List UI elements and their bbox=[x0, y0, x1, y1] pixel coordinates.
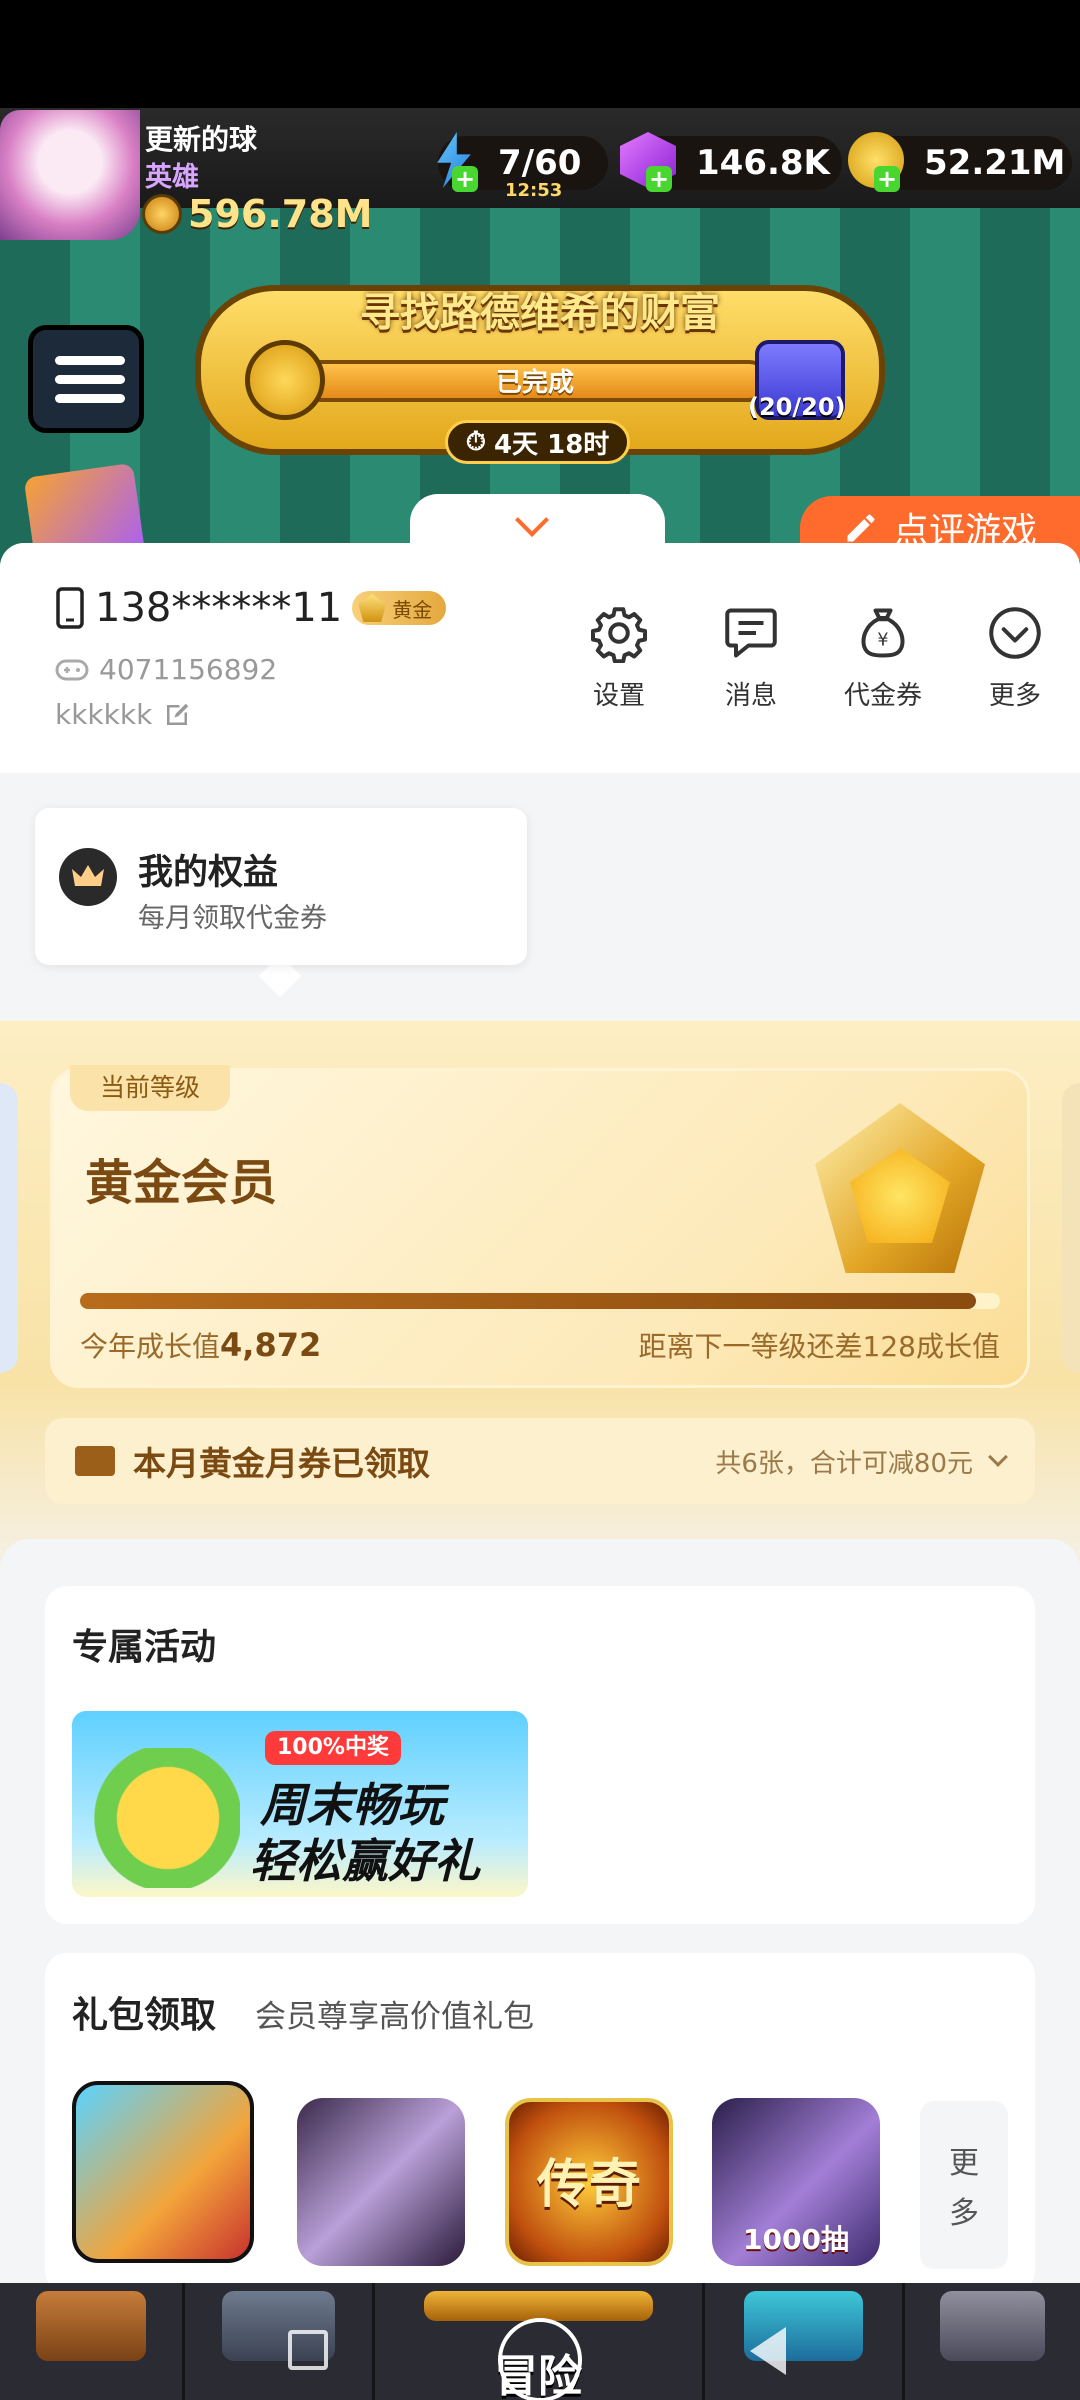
more-label: 更多 bbox=[988, 681, 1041, 711]
shop-icon bbox=[36, 2291, 146, 2361]
game-icon-4[interactable]: 1000抽 bbox=[712, 2098, 880, 2266]
settings-button[interactable]: 设置 bbox=[564, 603, 674, 712]
chevron-circle-icon bbox=[989, 607, 1041, 659]
gamepad-icon bbox=[55, 659, 89, 680]
growth-value-row: 今年成长值4,872 bbox=[80, 1325, 321, 1365]
game-icon-4-label: 1000抽 bbox=[743, 2223, 849, 2256]
growth-label: 今年成长值 bbox=[80, 1330, 221, 1363]
banner-line2: 轻松赢好礼 bbox=[250, 1834, 480, 1888]
settings-label: 设置 bbox=[592, 681, 645, 711]
uid-row: 4071156892 bbox=[55, 653, 277, 686]
gems-resource[interactable]: + 146.8K bbox=[620, 132, 842, 192]
energy-plus-icon[interactable]: + bbox=[452, 166, 478, 192]
gems-plus-icon[interactable]: + bbox=[646, 166, 672, 192]
home-nav-icon[interactable] bbox=[498, 2318, 582, 2400]
gift-title: 礼包领取 bbox=[72, 1995, 217, 2036]
messages-button[interactable]: 消息 bbox=[696, 603, 806, 712]
gift-subtitle: 会员尊享高价值礼包 bbox=[255, 1999, 534, 2035]
edit-icon[interactable] bbox=[162, 700, 192, 730]
nickname: kkkkkk bbox=[55, 698, 153, 731]
more-gifts-button[interactable]: 更 多 bbox=[920, 2101, 1008, 2269]
coupon-bar[interactable]: 本月黄金月券已领取 共6张，合计可减80元 bbox=[45, 1418, 1035, 1504]
more-gifts-label-2: 多 bbox=[949, 2196, 979, 2231]
phone-row: 138******11 黄金 bbox=[55, 585, 447, 631]
svg-text:¥: ¥ bbox=[877, 631, 888, 651]
level-progress-track bbox=[80, 1293, 1000, 1309]
level-badge-label: 黄金 bbox=[392, 597, 433, 622]
vouchers-button[interactable]: ¥ 代金券 bbox=[828, 603, 938, 712]
current-level-tag: 当前等级 bbox=[70, 1065, 230, 1111]
game-icon-1[interactable] bbox=[72, 2081, 254, 2263]
power-value: 596.78M bbox=[188, 192, 373, 236]
next-level-card[interactable] bbox=[1062, 1083, 1080, 1373]
recent-apps-icon[interactable] bbox=[288, 2330, 328, 2370]
nickname-row[interactable]: kkkkkk bbox=[55, 698, 192, 731]
vouchers-label: 代金券 bbox=[843, 681, 922, 711]
treasury-tab[interactable] bbox=[905, 2283, 1080, 2400]
coupon-title: 本月黄金月券已领取 bbox=[133, 1444, 430, 1483]
banner-tag: 100%中奖 bbox=[265, 1731, 401, 1765]
game-icon-3[interactable]: 传奇 bbox=[505, 2098, 673, 2266]
event-status: 已完成 bbox=[495, 368, 574, 398]
gems-value: 146.8K bbox=[696, 143, 830, 183]
event-timer-text: 4天 18时 bbox=[493, 429, 610, 460]
next-level-text: 距离下一等级还差128成长值 bbox=[638, 1330, 1000, 1363]
game-menu-button[interactable] bbox=[28, 325, 144, 433]
phone-number: 138******11 bbox=[95, 585, 343, 631]
player-avatar[interactable] bbox=[0, 110, 140, 240]
adventure-arrows-icon bbox=[424, 2291, 653, 2321]
crown-icon bbox=[59, 848, 117, 906]
my-benefits-card[interactable]: 我的权益 每月领取代金券 bbox=[35, 808, 527, 965]
more-button[interactable]: 更多 bbox=[960, 603, 1070, 712]
power-display: 596.78M bbox=[142, 190, 372, 238]
prev-level-card[interactable] bbox=[0, 1083, 18, 1373]
money-bag-icon: ¥ bbox=[861, 608, 905, 658]
clock-icon: ⏱ bbox=[465, 426, 486, 457]
ticket-icon bbox=[75, 1446, 115, 1476]
event-timer: ⏱ 4天 18时 bbox=[445, 420, 630, 464]
shop-tab[interactable] bbox=[0, 2283, 185, 2400]
more-gifts-label-1: 更 bbox=[949, 2146, 979, 2181]
benefit-title: 我的权益 bbox=[138, 853, 279, 893]
event-coin-icon bbox=[245, 340, 325, 420]
back-nav-icon[interactable] bbox=[750, 2327, 786, 2375]
treasure-chest-icon bbox=[940, 2291, 1045, 2361]
energy-value: 7/60 bbox=[498, 143, 582, 183]
gear-icon bbox=[591, 607, 647, 663]
banner-character-image bbox=[80, 1748, 240, 1888]
growth-value: 4,872 bbox=[220, 1326, 322, 1364]
player-name: 更新的球 bbox=[145, 123, 258, 156]
event-count: (20/20) bbox=[748, 393, 846, 421]
activity-title: 专属活动 bbox=[72, 1627, 217, 1668]
power-icon bbox=[142, 194, 182, 234]
messages-label: 消息 bbox=[724, 681, 777, 711]
message-icon bbox=[725, 608, 777, 658]
phone-icon bbox=[56, 587, 84, 629]
pencil-icon bbox=[847, 514, 875, 542]
level-name: 黄金会员 bbox=[85, 1155, 278, 1211]
game-icon-3-label: 传奇 bbox=[536, 2155, 641, 2215]
level-progress-fill bbox=[80, 1293, 977, 1309]
coupon-info: 共6张，合计可减80元 bbox=[715, 1448, 973, 1479]
user-id: 4071156892 bbox=[99, 653, 278, 686]
player-title: 英雄 bbox=[145, 162, 199, 193]
heroes-tab[interactable] bbox=[185, 2283, 375, 2400]
coins-value: 52.21M bbox=[924, 143, 1066, 183]
game-icon-2[interactable] bbox=[297, 2098, 465, 2266]
coins-resource[interactable]: + 52.21M bbox=[848, 132, 1072, 192]
upgrade-tab[interactable] bbox=[705, 2283, 905, 2400]
chevron-down-icon bbox=[988, 1447, 1008, 1467]
level-badge: 黄金 bbox=[352, 591, 447, 625]
member-sheet: 138******11 黄金 4071156892 kkkkkk 设置 消息 ¥… bbox=[0, 543, 1080, 2283]
benefit-subtitle: 每月领取代金券 bbox=[138, 903, 327, 934]
gold-gem-icon bbox=[358, 594, 387, 622]
coins-plus-icon[interactable]: + bbox=[874, 166, 900, 192]
event-title: 寻找路德维希的财富 bbox=[360, 290, 720, 336]
energy-timer: 12:53 bbox=[505, 180, 563, 201]
